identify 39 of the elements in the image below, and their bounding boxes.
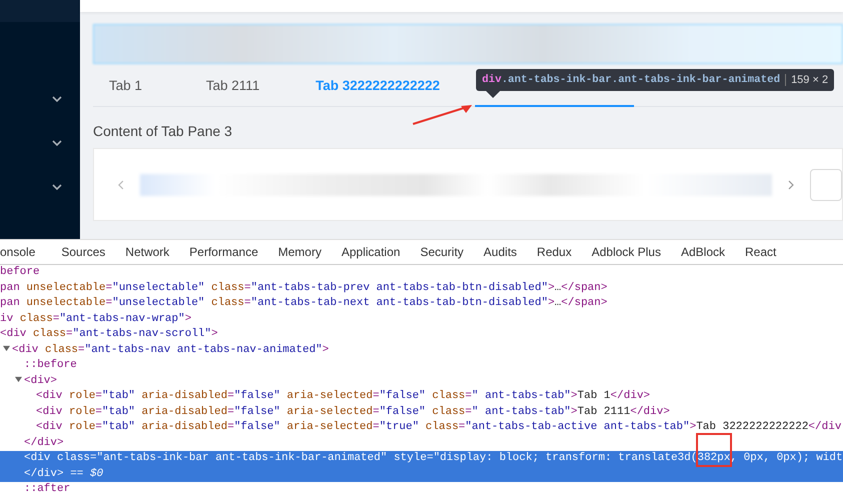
devtools-tab[interactable]: Audits bbox=[474, 245, 527, 259]
code-line[interactable]: pan unselectable="unselectable" class="ant-tabs-tab-prev ant-tabs-tab-btn-disabled">…</span> bbox=[0, 280, 843, 296]
input-field[interactable] bbox=[810, 168, 842, 200]
devtools-tab[interactable]: Memory bbox=[268, 245, 332, 259]
code-line[interactable]: <div class="ant-tabs-nav-scroll"> bbox=[0, 327, 843, 342]
tooltip-classes: .ant-tabs-ink-bar.ant-tabs-ink-bar-animated bbox=[501, 74, 780, 86]
devtools-tab[interactable]: Performance bbox=[179, 245, 268, 259]
devtools-tab[interactable]: AdBlock bbox=[670, 245, 735, 259]
chevron-right-icon[interactable] bbox=[788, 180, 794, 190]
chevron-down-icon[interactable] bbox=[52, 96, 62, 102]
devtools-tab[interactable]: React bbox=[735, 245, 786, 259]
code-line[interactable]: iv class="ant-tabs-nav-wrap"> bbox=[0, 312, 843, 327]
pane-title: Content of Tab Pane 3 bbox=[93, 122, 232, 141]
expanded-triangle-icon[interactable] bbox=[15, 376, 22, 382]
tab[interactable]: Tab 1 bbox=[109, 78, 174, 92]
code-line[interactable]: ::before bbox=[0, 358, 843, 374]
code-line[interactable]: <div> bbox=[0, 374, 843, 389]
code-line[interactable]: ::after bbox=[0, 482, 843, 498]
devtools-tab[interactable]: Application bbox=[331, 245, 410, 259]
tooltip-tag: div bbox=[482, 74, 502, 86]
annotation-arrow bbox=[411, 104, 473, 126]
code-line[interactable]: </div> bbox=[0, 436, 843, 451]
devtools-tab[interactable]: Sources bbox=[51, 245, 116, 259]
expanded-triangle-icon[interactable] bbox=[3, 344, 10, 352]
code-line[interactable]: <div role="tab" aria-disabled="false" aria-selected="false" class=" ant-tabs-tab">Tab 1</div> bbox=[0, 389, 843, 404]
code-line[interactable]: <div class="ant-tabs-nav ant-tabs-nav-animated"> bbox=[0, 342, 843, 358]
devtools-tab[interactable]: onsole bbox=[0, 245, 46, 259]
tooltip-size: 159 × 2 bbox=[785, 74, 828, 86]
code-line[interactable]: before bbox=[0, 265, 843, 280]
devtools-tab[interactable]: Network bbox=[115, 245, 180, 259]
chevron-down-icon[interactable] bbox=[52, 184, 62, 190]
code-line[interactable]: <div role="tab" aria-disabled="false" aria-selected="true" class="ant-tabs-tab-active ant-tabs-tab">Tab 3222222222222</div bbox=[0, 420, 843, 436]
devtools-tab[interactable]: Adblock Plus bbox=[582, 245, 671, 259]
tab[interactable]: Tab 2111 bbox=[206, 78, 292, 92]
code-line[interactable]: <div role="tab" aria-disabled="false" aria-selected="false" class=" ant-tabs-tab">Tab 2111</div> bbox=[0, 404, 843, 420]
code-line[interactable]: pan unselectable="unselectable" class="ant-tabs-tab-next ant-tabs-tab-btn-disabled">…</span> bbox=[0, 296, 843, 312]
devtools-tab[interactable]: Redux bbox=[526, 245, 582, 259]
chevron-down-icon[interactable] bbox=[52, 140, 62, 146]
devtools-tab[interactable]: Security bbox=[410, 245, 474, 259]
